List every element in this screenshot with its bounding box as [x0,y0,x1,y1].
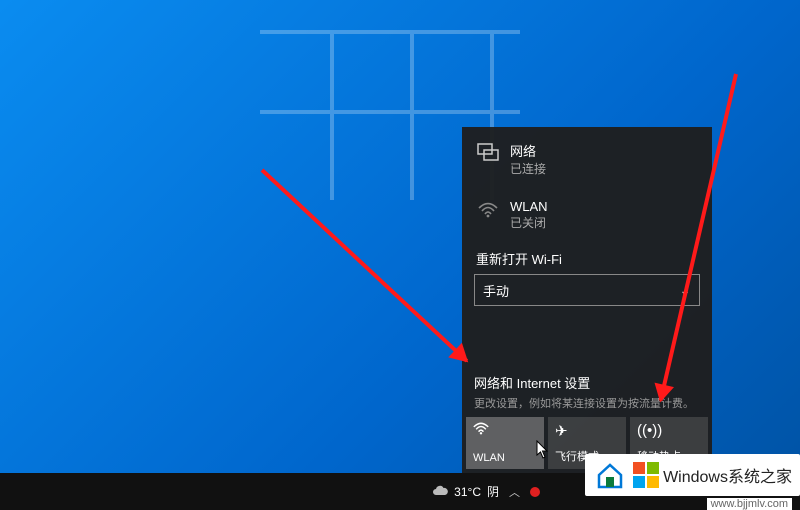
weather-cloud-icon [432,484,448,500]
weather-widget[interactable]: 31°C 阴 [432,483,499,500]
wlan-tile[interactable]: WLAN [466,417,544,469]
recording-indicator-icon [530,487,540,497]
watermark-url: www.bjjmlv.com [707,498,792,510]
network-status: 已连接 [510,160,546,177]
wifi-icon [473,422,489,439]
wlan-tile-label: WLAN [473,452,505,464]
wlan-status-row[interactable]: WLAN 已关闭 [462,193,712,237]
wlan-status: 已关闭 [510,214,548,231]
house-badge-icon [593,458,627,492]
wifi-icon [474,199,502,221]
hotspot-icon: ((•)) [637,422,662,439]
wlan-title: WLAN [510,199,548,214]
network-flyout: 网络 已连接 WLAN 已关闭 重新打开 Wi-Fi 手动 ⌄ 网络和 Inte… [462,127,712,473]
desktop: 网络 已连接 WLAN 已关闭 重新打开 Wi-Fi 手动 ⌄ 网络和 Inte… [0,0,800,510]
windows-logo-icon [633,462,659,488]
weather-condition: 阴 [487,483,499,500]
tray-overflow-icon[interactable]: ︿ [509,484,520,500]
reopen-wifi-label: 重新打开 Wi-Fi [462,237,712,274]
watermark: Windows系统之家 www.bjjmlv.com [585,454,800,496]
ethernet-icon [474,141,502,163]
network-status-row[interactable]: 网络 已连接 [462,135,712,183]
network-title: 网络 [510,141,546,160]
watermark-text: Windows系统之家 [663,463,792,487]
weather-temp: 31°C [454,485,481,499]
reopen-wifi-dropdown[interactable]: 手动 ⌄ [474,274,700,306]
airplane-icon: ✈ [555,422,568,440]
mouse-cursor-icon [536,440,550,460]
dropdown-value: 手动 [483,281,509,300]
